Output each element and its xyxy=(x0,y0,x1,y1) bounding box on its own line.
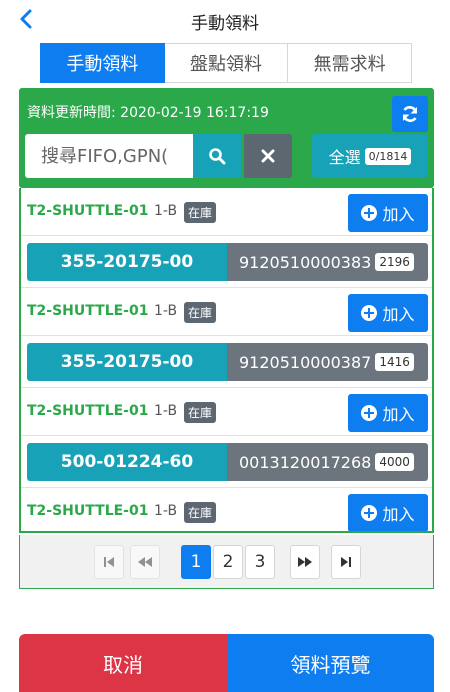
quantity-badge: 2196 xyxy=(375,253,414,271)
search-field xyxy=(25,134,193,178)
list-item-header: T2-SHUTTLE-01 1-B 在庫 加入 xyxy=(21,188,432,236)
lot-number: 9120510000383 xyxy=(239,252,372,272)
location-label: 1-B xyxy=(154,203,178,219)
lot-number: 0013120017268 xyxy=(239,452,372,472)
list-item-header: T2-SHUTTLE-01 1-B 在庫 加入 xyxy=(21,488,432,531)
plus-circle-icon xyxy=(361,205,378,221)
list-item-detail: 355-20175-00 9120510000383 2196 xyxy=(21,236,432,288)
part-number: 500-01224-60 xyxy=(27,443,227,481)
page-2-button[interactable]: 2 xyxy=(213,545,243,579)
page-title: 手動領料 xyxy=(191,14,259,34)
location-label: 1-B xyxy=(154,303,178,319)
quantity-badge: 1416 xyxy=(375,353,414,371)
previous-page-button[interactable] xyxy=(130,545,160,579)
add-button[interactable]: 加入 xyxy=(348,494,428,531)
lot-number: 9120510000387 xyxy=(239,352,372,372)
tab-manual-picking[interactable]: 手動領料 xyxy=(40,43,165,83)
search-input[interactable] xyxy=(25,134,193,178)
select-all-label: 全選 xyxy=(328,148,361,167)
stock-status-badge: 在庫 xyxy=(184,502,217,523)
rewind-icon xyxy=(138,557,152,567)
refresh-button[interactable] xyxy=(392,96,428,132)
data-updated-time: 資料更新時間: 2020-02-19 16:17:19 xyxy=(27,105,269,121)
top-bar: 手動領料 xyxy=(0,0,450,38)
select-all-button[interactable]: 全選 0/1814 xyxy=(312,134,428,178)
list-item-header: T2-SHUTTLE-01 1-B 在庫 加入 xyxy=(21,388,432,436)
add-label: 加入 xyxy=(382,205,415,224)
close-icon xyxy=(261,149,275,163)
add-button[interactable]: 加入 xyxy=(348,394,428,432)
add-button[interactable]: 加入 xyxy=(348,194,428,232)
part-number: 355-20175-00 xyxy=(27,343,227,381)
lot-number-cell: 9120510000387 1416 xyxy=(227,343,428,381)
lot-number-cell: 0013120017268 4000 xyxy=(227,443,428,481)
search-button[interactable] xyxy=(193,134,241,178)
add-label: 加入 xyxy=(382,505,415,524)
tab-no-demand[interactable]: 無需求料 xyxy=(288,43,413,83)
page-3-button[interactable]: 3 xyxy=(245,545,275,579)
location-label: 1-B xyxy=(154,403,178,419)
station-label: T2-SHUTTLE-01 xyxy=(27,203,149,219)
list-item-detail: 355-20175-00 9120510000387 1416 xyxy=(21,336,432,388)
tab-inventory-picking[interactable]: 盤點領料 xyxy=(164,43,289,83)
lot-number-cell: 9120510000383 2196 xyxy=(227,243,428,281)
part-number: 355-20175-00 xyxy=(27,243,227,281)
picking-preview-button[interactable]: 領料預覽 xyxy=(227,634,434,692)
page-1-button[interactable]: 1 xyxy=(181,545,211,579)
selected-count-badge: 0/1814 xyxy=(364,147,412,165)
add-label: 加入 xyxy=(382,305,415,324)
location-label: 1-B xyxy=(154,503,178,519)
station-label: T2-SHUTTLE-01 xyxy=(27,403,149,419)
add-label: 加入 xyxy=(382,405,415,424)
plus-circle-icon xyxy=(361,505,378,521)
last-page-icon xyxy=(341,557,351,567)
station-label: T2-SHUTTLE-01 xyxy=(27,303,149,319)
next-page-button[interactable] xyxy=(290,545,320,579)
filter-panel: 資料更新時間: 2020-02-19 16:17:19 全選 0/1814 xyxy=(19,88,434,188)
add-button[interactable]: 加入 xyxy=(348,294,428,332)
refresh-icon xyxy=(402,106,418,122)
station-label: T2-SHUTTLE-01 xyxy=(27,503,149,519)
quantity-badge: 4000 xyxy=(375,453,414,471)
fast-forward-icon xyxy=(298,557,312,567)
plus-circle-icon xyxy=(361,405,378,421)
first-page-button[interactable] xyxy=(94,545,124,579)
last-page-button[interactable] xyxy=(331,545,361,579)
list-item-detail: 500-01224-60 0013120017268 4000 xyxy=(21,436,432,488)
clear-search-button[interactable] xyxy=(244,134,292,178)
stock-status-badge: 在庫 xyxy=(184,302,217,323)
plus-circle-icon xyxy=(361,305,378,321)
list-item-header: T2-SHUTTLE-01 1-B 在庫 加入 xyxy=(21,288,432,336)
stock-status-badge: 在庫 xyxy=(184,202,217,223)
cancel-button[interactable]: 取消 xyxy=(19,634,227,692)
tab-bar: 手動領料 盤點領料 無需求料 xyxy=(40,43,413,83)
pagination: 1 2 3 xyxy=(19,535,434,589)
stock-status-badge: 在庫 xyxy=(184,402,217,423)
material-list: T2-SHUTTLE-01 1-B 在庫 加入 355-20175-00 912… xyxy=(19,188,434,533)
first-page-icon xyxy=(104,557,114,567)
search-icon xyxy=(209,148,226,165)
